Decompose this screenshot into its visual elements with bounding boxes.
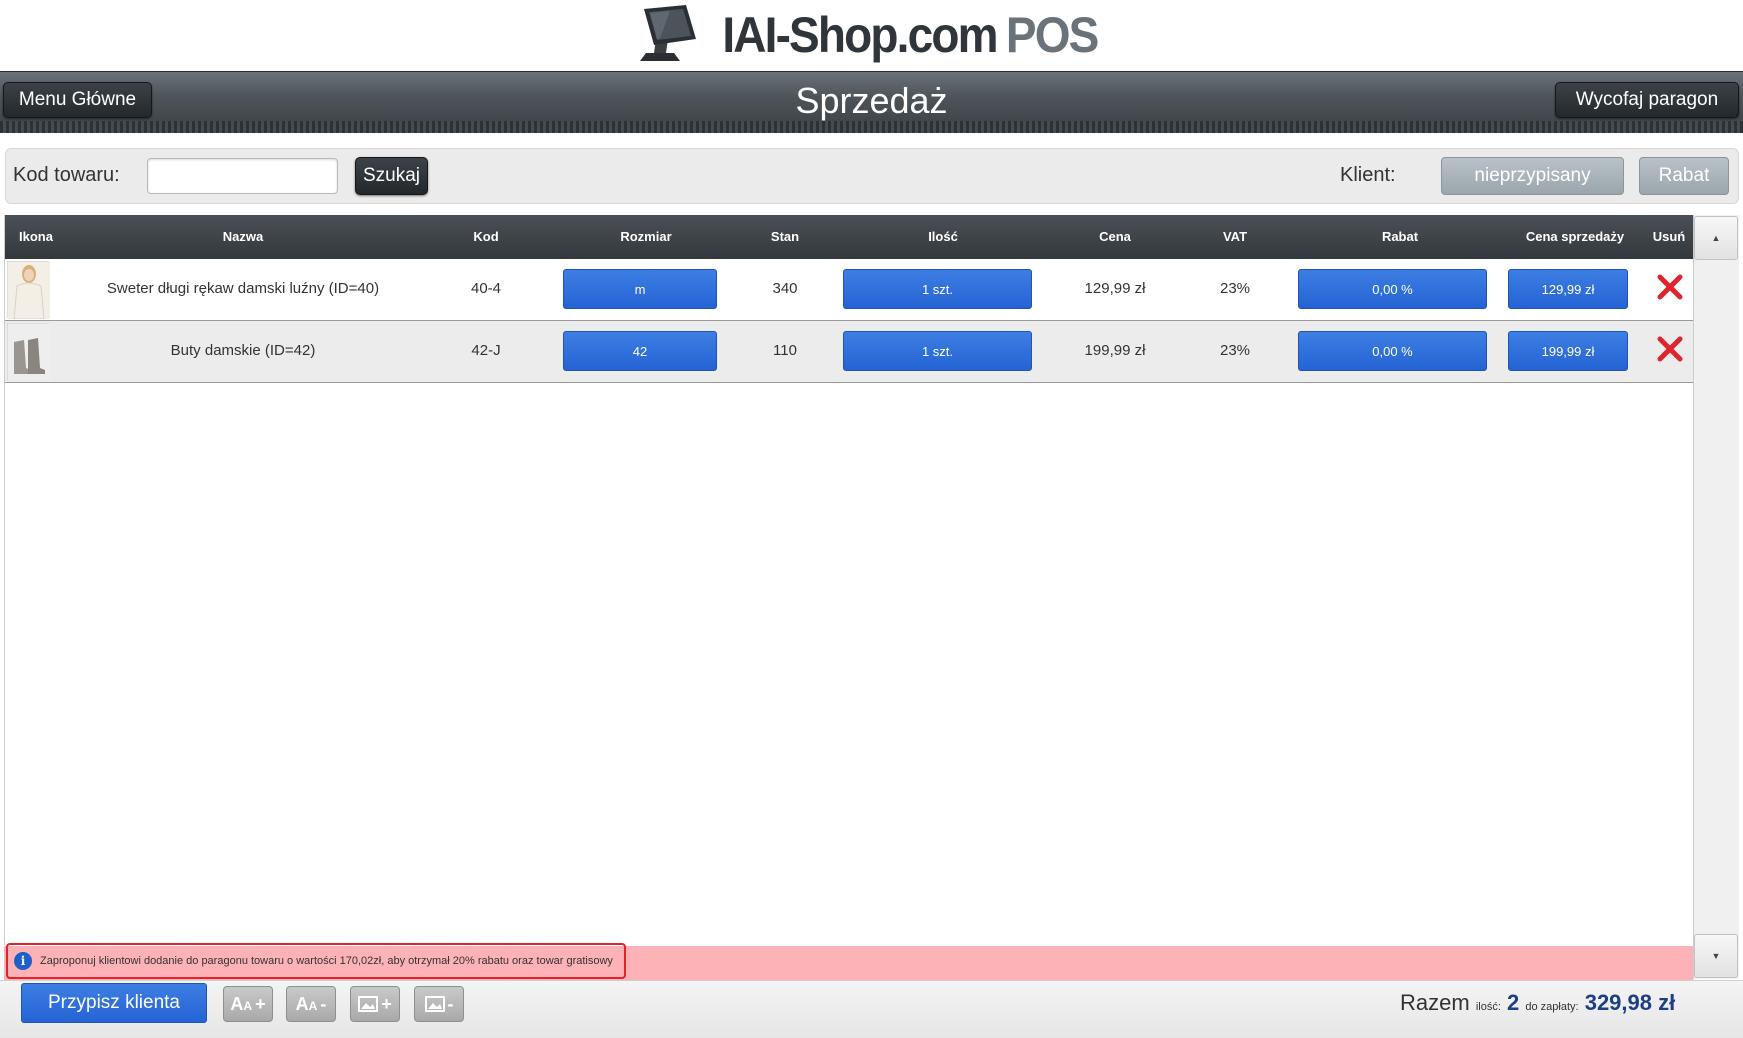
info-icon: i [14, 952, 32, 970]
info-message: i Zaproponuj klientowi dodanie do parago… [6, 943, 626, 979]
page-title: Sprzedaż [795, 80, 948, 121]
discount-row-button[interactable]: 0,00 % [1298, 269, 1487, 309]
font-size-icon: AA [295, 993, 318, 1014]
font-size-icon: AA [230, 993, 253, 1014]
product-code: 40-4 [470, 280, 502, 297]
search-button[interactable]: Szukaj [355, 157, 428, 195]
main-menu-button[interactable]: Menu Główne [3, 82, 152, 118]
scrollbar-track[interactable] [1693, 215, 1739, 979]
size-button[interactable]: m [563, 269, 717, 309]
table-row[interactable]: Buty damskie (ID=42) 42-J 42 110 1 szt. … [5, 321, 1694, 383]
font-increase-button[interactable]: AA + [223, 986, 273, 1022]
plus-label: + [381, 993, 392, 1014]
product-price: 199,99 zł [1084, 342, 1146, 359]
image-icon [358, 996, 379, 1012]
table-row[interactable]: Sweter długi rękaw damski luźny (ID=40) … [5, 259, 1694, 321]
header-code: Kod [473, 229, 499, 244]
sale-price-button[interactable]: 199,99 zł [1508, 331, 1628, 371]
total-summary: Razem ilość: 2 do zapłaty: 329,98 zł [1400, 990, 1675, 1016]
product-code: 42-J [471, 342, 501, 359]
image-decrease-button[interactable]: - [414, 986, 464, 1022]
image-icon [424, 996, 445, 1012]
logo: IAI-Shop.com POS [630, 3, 1114, 67]
product-stock: 110 [773, 342, 797, 359]
info-text: Zaproponuj klientowi dodanie do paragonu… [40, 955, 613, 967]
header-size: Rozmiar [620, 229, 672, 244]
font-decrease-button[interactable]: AA - [286, 986, 336, 1022]
plus-label: + [255, 993, 266, 1014]
qty-value: 2 [1507, 990, 1520, 1015]
sweater-thumbnail [7, 261, 50, 320]
client-label: Klient: [1340, 164, 1396, 186]
header-stock: Stan [770, 229, 800, 244]
logo-text: IAI-Shop.com POS [721, 6, 1099, 64]
header-qty: Ilość [928, 229, 958, 244]
discount-row-button[interactable]: 0,00 % [1298, 331, 1487, 371]
boots-thumbnail [7, 323, 50, 381]
qty-button[interactable]: 1 szt. [843, 269, 1032, 309]
client-button[interactable]: nieprzypisany [1441, 157, 1624, 195]
header-discount: Rabat [1381, 229, 1419, 244]
product-vat: 23% [1219, 342, 1251, 359]
scroll-up-icon[interactable]: ▲ [1694, 216, 1738, 260]
delete-icon[interactable] [1656, 335, 1684, 363]
pos-terminal-icon [639, 5, 696, 61]
product-name: Sweter długi rękaw damski luźny (ID=40) [106, 280, 380, 297]
title-bar: Sprzedaż [0, 71, 1743, 133]
table-header: Ikona Nazwa Kod Rozmiar Stan Ilość Cena … [5, 215, 1694, 259]
product-vat: 23% [1219, 280, 1251, 297]
logo-header: IAI-Shop.com POS [0, 0, 1743, 70]
header-name: Nazwa [222, 229, 264, 244]
header-price: Cena [1099, 229, 1131, 244]
qty-label: ilość: [1475, 1001, 1501, 1013]
header-sale-price: Cena sprzedaży [1525, 229, 1625, 244]
product-code-input[interactable] [147, 158, 338, 194]
cancel-receipt-button[interactable]: Wycofaj paragon [1555, 82, 1739, 118]
minus-label: - [320, 993, 327, 1014]
product-price: 129,99 zł [1084, 280, 1146, 297]
header-delete: Usuń [1652, 229, 1686, 244]
assign-client-button[interactable]: Przypisz klienta [21, 983, 207, 1023]
sale-price-button[interactable]: 129,99 zł [1508, 269, 1628, 309]
product-name: Buty damskie (ID=42) [170, 342, 316, 359]
product-stock: 340 [772, 280, 798, 297]
pay-value: 329,98 zł [1584, 990, 1676, 1015]
logo-suffix-text: POS [1005, 7, 1098, 63]
product-code-label: Kod towaru: [13, 164, 120, 186]
image-increase-button[interactable]: + [350, 986, 400, 1022]
scroll-down-icon[interactable]: ▼ [1694, 934, 1738, 978]
minus-label: - [447, 993, 454, 1014]
header-vat: VAT [1222, 229, 1248, 244]
delete-icon[interactable] [1656, 273, 1684, 301]
logo-main-text: IAI-Shop.com [721, 7, 998, 63]
qty-button[interactable]: 1 szt. [843, 331, 1032, 371]
size-button[interactable]: 42 [563, 331, 717, 371]
discount-button[interactable]: Rabat [1639, 157, 1729, 195]
total-label: Razem [1400, 990, 1470, 1015]
receipt-table: Ikona Nazwa Kod Rozmiar Stan Ilość Cena … [4, 215, 1694, 945]
pay-label: do zapłaty: [1525, 1001, 1579, 1013]
